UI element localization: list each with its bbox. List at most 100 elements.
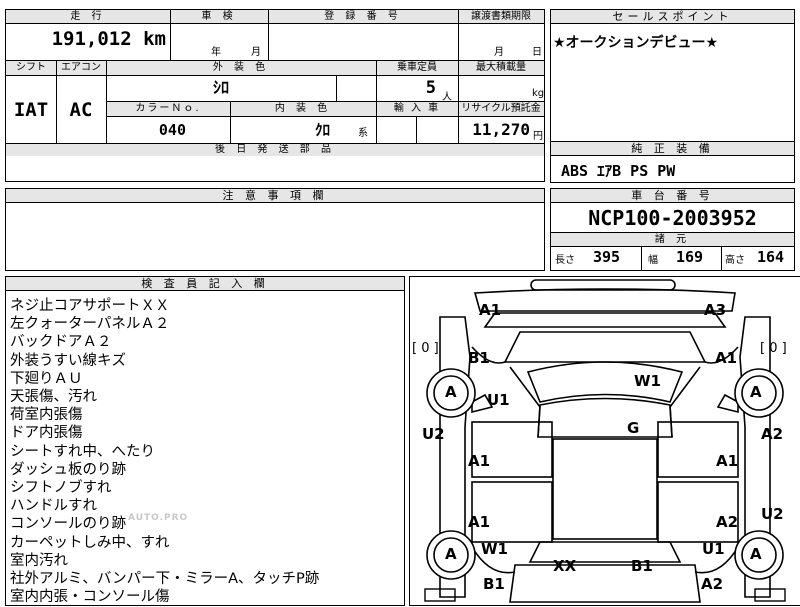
car-outline-svg: [424, 279, 786, 603]
dimensions-label: 諸 元: [551, 233, 794, 247]
exterior-color-label: 外 装 色: [212, 62, 270, 73]
sales-point-label: セールスポイント: [551, 10, 794, 24]
mileage-unit: km: [143, 28, 166, 50]
import-car-label: 輸 入 車: [393, 103, 441, 114]
inspection-label: 車 検: [201, 11, 237, 22]
inspector-note-line: ネジ止コアサポートＸＸ: [10, 298, 170, 314]
inspector-label: 検 査 員 記 入 欄: [6, 277, 404, 291]
front-hood-edge-shape: [473, 288, 736, 312]
inspector-note-line: 荷室内張傷: [10, 407, 83, 424]
inspector-note-line: カーペットしみ中、すれ: [10, 534, 170, 551]
mark-right-front-door: A1: [716, 452, 739, 470]
mark-right-rear-under: U1: [702, 540, 725, 558]
height-value: 164: [757, 248, 785, 266]
registration-value: [270, 26, 456, 52]
mark-roof: G: [627, 419, 640, 437]
inspection-month-unit: 月: [251, 47, 261, 58]
capacity-value: 5: [425, 78, 436, 98]
sales-point-text: ★オークションデビュー★: [553, 35, 719, 51]
right-rear-door-shape: [657, 481, 739, 543]
inspector-note-line: シフトノブすれ: [10, 480, 112, 497]
color-no-value: 040: [158, 121, 186, 139]
recycle-fee-unit: 円: [533, 131, 543, 142]
inspector-panel: 検 査 員 記 入 欄 ネジ止コアサポートＸＸ 左クォーターパネルＡ２ バックドアＡ…: [5, 276, 405, 606]
max-load-label: 最大積載量: [476, 62, 526, 73]
tire-left-label: [ 0 ]: [412, 341, 439, 356]
mark-right-rear-door: A2: [716, 513, 739, 531]
mark-left-front-door: A1: [468, 452, 491, 470]
registration-label: 登 録 番 号: [324, 11, 402, 22]
mark-right-rear-fender: A2: [701, 575, 724, 593]
mileage-number: 191,012: [51, 28, 132, 50]
inspector-notes-list: ネジ止コアサポートＸＸ 左クォーターパネルＡ２ バックドアＡ２ 外装うすい線キズ 下廻り…: [10, 297, 319, 606]
capacity-label: 乗車定員: [397, 62, 437, 73]
mark-right-rear-wheel: A: [750, 545, 762, 563]
interior-color-label: 内 装 色: [274, 103, 332, 114]
color-no-label: カラーＮｏ.: [135, 103, 201, 114]
exterior-color-value: ｼﾛ: [212, 78, 229, 97]
genuine-equipment-label: 純 正 装 備: [551, 142, 794, 156]
inspector-note-line: 左クォーターパネルＡ２: [10, 316, 170, 333]
watermark: AUTO.PRO: [128, 513, 189, 523]
mark-right-front-fender: A1: [715, 349, 738, 367]
mark-front-right-corner: A3: [704, 301, 727, 319]
inspector-note-line: 室内汚れ: [10, 552, 68, 569]
width-value: 169: [676, 248, 704, 266]
sales-point-panel: セールスポイント ★オークションデビュー★: [550, 9, 795, 142]
chassis-panel: 車 台 番 号 NCP100-2003952 諸 元 長さ 395 幅 169 …: [550, 188, 795, 271]
later-parts-label: 後 日 発 送 部 品: [6, 144, 544, 156]
length-value: 395: [593, 248, 621, 266]
shift-value: IAT: [13, 99, 49, 121]
car-diagram-panel: [ 0 ] [ 0 ] A1 A3 B1 A1 A A U1 W1 U2 A2 …: [409, 276, 800, 606]
inspector-note-line: 天張傷、汚れ: [10, 389, 97, 406]
aircon-label: エアコン: [61, 62, 101, 73]
roof-shape: [552, 438, 658, 540]
transfer-deadline-label: 譲渡書類期限: [471, 11, 531, 22]
inspector-note-line: 外装うすい線キズ: [10, 352, 126, 369]
mark-back-door: B1: [631, 557, 653, 575]
notes-label: 注 意 事 項 欄: [6, 189, 544, 203]
mark-left-rear-fender: B1: [483, 575, 505, 593]
mark-rear-window: W1: [481, 540, 508, 558]
tire-right-label: [ 0 ]: [760, 341, 787, 356]
hood-shape: [483, 312, 727, 328]
inspector-note-line: ダッシュ板のり跡: [10, 461, 126, 478]
left-rear-door-shape: [471, 481, 553, 543]
mark-left-front-under: U1: [487, 391, 510, 409]
mark-right-side-top: A2: [761, 425, 784, 443]
interior-color-value: ｸﾛ: [314, 121, 330, 139]
shift-label: シフト: [16, 62, 46, 73]
mark-left-rear-door: A1: [468, 513, 491, 531]
transfer-month-unit: 月: [494, 47, 504, 58]
mark-left-front-fender: B1: [468, 349, 490, 367]
notes-panel: 注 意 事 項 欄: [5, 188, 545, 271]
hood-inner-shape: [503, 331, 707, 363]
vehicle-info-table: 走 行 車 検 登 録 番 号 譲渡書類期限 191,012 km 年 月 月 …: [5, 9, 545, 157]
inspection-year-unit: 年: [211, 47, 221, 58]
mark-left-side-top: U2: [422, 425, 445, 443]
inspector-note-line: 下廻りＡＵ: [10, 370, 83, 387]
aircon-value: AC: [69, 99, 93, 121]
inspector-note-line: バックドアＡ２: [10, 334, 112, 351]
max-load-unit: kg: [532, 88, 545, 99]
inspector-note-line: ドア内張傷: [10, 425, 83, 442]
recycle-fee-label: リサイクル預託金: [461, 103, 541, 114]
mileage-label: 走 行: [70, 11, 106, 22]
genuine-equipment-panel: 純 正 装 備 ABS ｴｱB PS PW: [550, 141, 795, 183]
length-label: 長さ: [555, 255, 575, 266]
interior-color-suffix: 系: [358, 128, 368, 139]
mark-core-support: XX: [553, 557, 577, 575]
recycle-fee-value: 11,270: [472, 120, 530, 139]
mark-windshield: W1: [634, 372, 661, 390]
inspector-note-line: 社外アルミ、バンパー下・ミラーA、タッチP跡: [10, 571, 320, 588]
transfer-day-unit: 日: [532, 47, 542, 58]
mileage-value: 191,012 km: [46, 28, 170, 54]
chassis-label: 車 台 番 号: [551, 189, 794, 203]
mark-left-rear-wheel: A: [445, 545, 457, 563]
height-label: 高さ: [725, 255, 745, 266]
width-label: 幅: [648, 255, 658, 266]
left-a-pillar-shape: [509, 366, 541, 438]
mark-right-front-wheel: A: [750, 383, 762, 401]
inspector-note-line: シートすれ中、へたり: [10, 443, 155, 460]
right-a-pillar-shape: [669, 366, 701, 438]
